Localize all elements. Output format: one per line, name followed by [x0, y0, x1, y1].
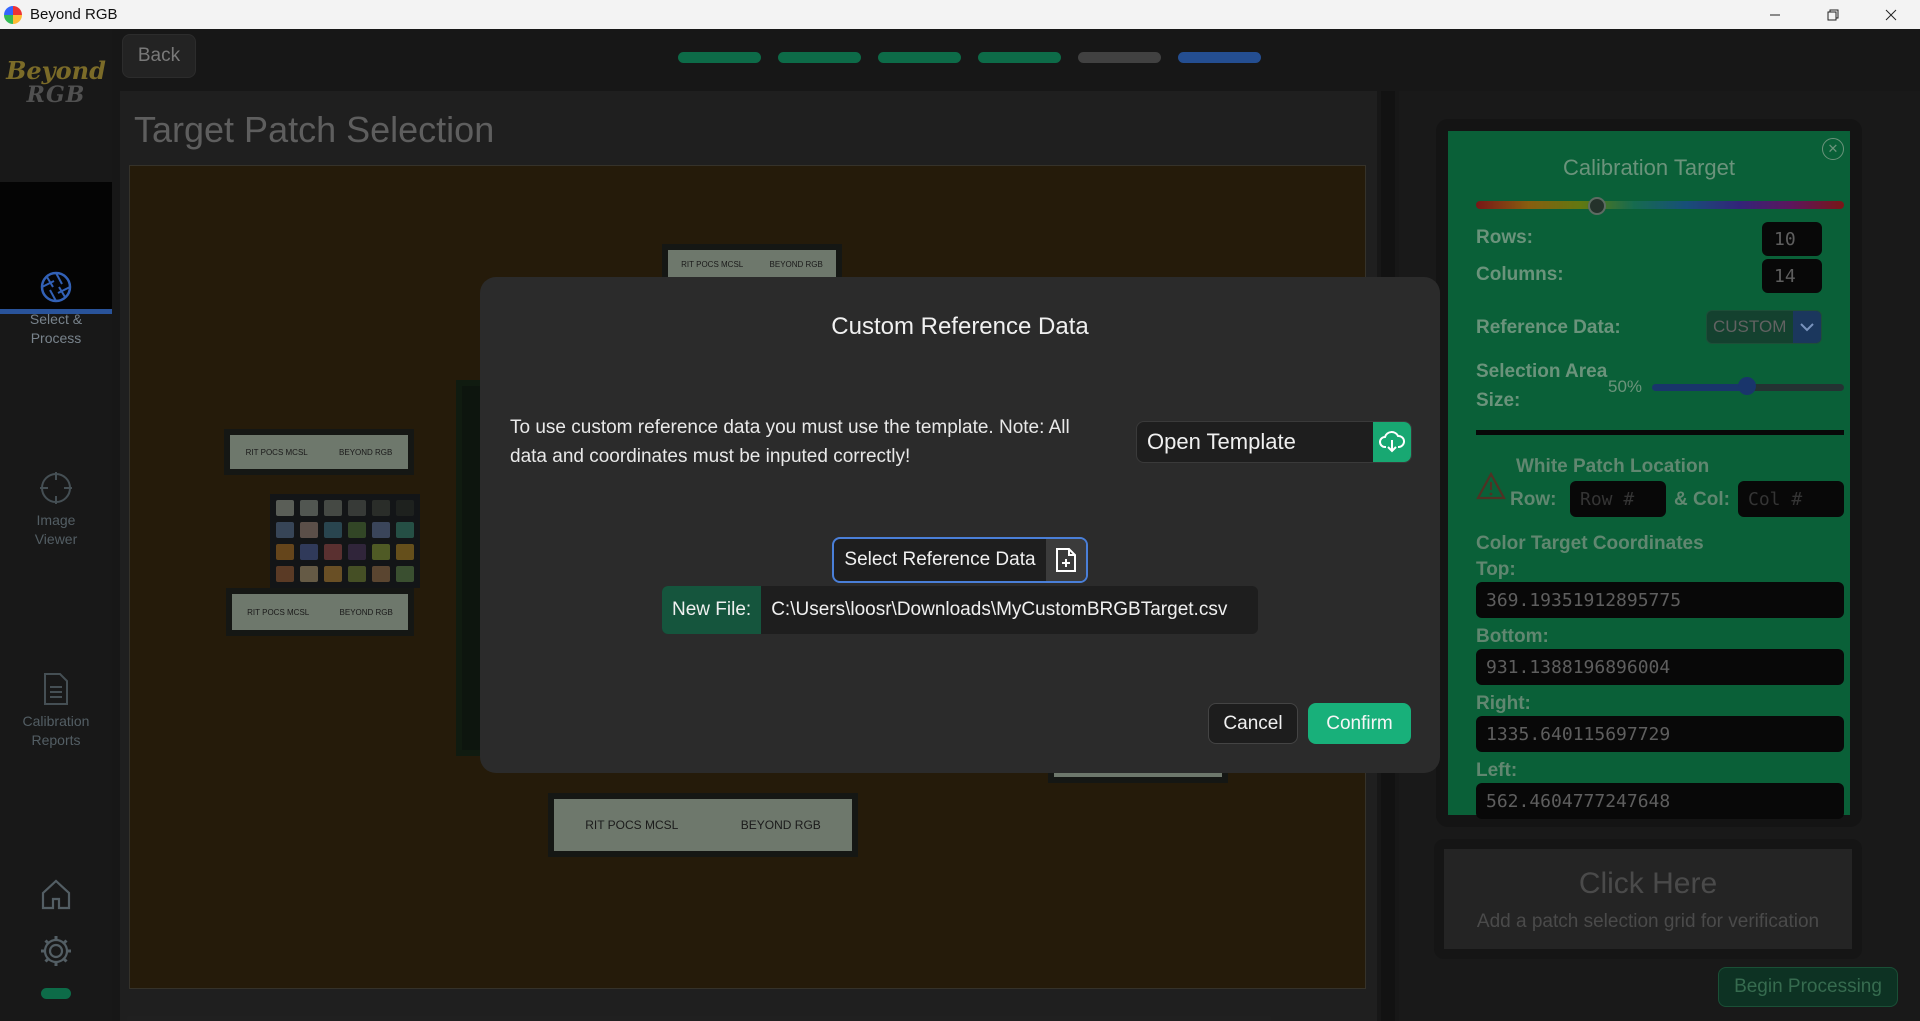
- open-template-label: Open Template: [1147, 429, 1296, 454]
- sidebar-item-label: Image Viewer: [34, 512, 78, 547]
- bottom-label: Bottom:: [1476, 626, 1549, 647]
- selection-area-value: 50%: [1608, 377, 1643, 396]
- columns-label: Columns:: [1476, 264, 1564, 285]
- close-icon: ✕: [1827, 141, 1839, 156]
- crosshair-icon: [40, 472, 72, 504]
- page-title: Target Patch Selection: [134, 109, 495, 150]
- right-panel: Calibration Target ✕ Rows: 10 Columns: 1…: [1399, 91, 1920, 1021]
- sidebar-item-label: Calibration Reports: [22, 713, 90, 748]
- select-reference-label: Select Reference Data: [844, 549, 1036, 570]
- white-patch-row-input[interactable]: Row #: [1570, 481, 1666, 517]
- status-pill: [41, 988, 71, 999]
- col-label: & Col:: [1674, 489, 1730, 510]
- new-file-path: C:\Users\loosr\Downloads\MyCustomBRGBTar…: [771, 599, 1228, 620]
- dialog-message: To use custom reference data you must us…: [510, 417, 1070, 467]
- reference-data-label: Reference Data:: [1476, 317, 1621, 338]
- window-controls: [1746, 0, 1920, 29]
- close-window-button[interactable]: [1862, 0, 1920, 29]
- app-logo-icon: [4, 5, 22, 24]
- window-title: Beyond RGB: [30, 6, 118, 23]
- new-file-label: New File:: [662, 586, 762, 634]
- rows-input[interactable]: 10: [1762, 222, 1822, 256]
- sidebar-item-image-viewer[interactable]: Image Viewer: [0, 471, 112, 549]
- progress-step-1: [678, 52, 761, 63]
- white-patch-col-input[interactable]: Col #: [1738, 481, 1844, 517]
- sidebar-item-label: Select & Process: [29, 311, 83, 346]
- app-logo: Beyond RGB: [6, 56, 106, 108]
- selection-area-label: Selection Area: [1476, 361, 1608, 382]
- coordinates-label: Color Target Coordinates: [1476, 533, 1704, 554]
- select-reference-data-button[interactable]: Select Reference Data: [832, 537, 1088, 583]
- white-patch-label: White Patch Location: [1516, 456, 1710, 477]
- custom-reference-dialog: Custom Reference Data To use custom refe…: [480, 277, 1440, 773]
- home-button[interactable]: [0, 877, 112, 911]
- sidebar-select-process-inner: Select & Process: [0, 182, 112, 346]
- row-label: Row:: [1510, 489, 1557, 510]
- restore-button[interactable]: [1804, 0, 1862, 29]
- close-icon: [1885, 9, 1897, 20]
- rows-label: Rows:: [1476, 227, 1533, 248]
- gear-icon: [41, 936, 71, 966]
- document-icon: [44, 673, 68, 705]
- verification-title: Click Here: [1578, 867, 1718, 900]
- minimize-icon: [1770, 14, 1780, 15]
- warning-icon: [1476, 472, 1506, 500]
- calibration-target-panel: Calibration Target ✕ Rows: 10 Columns: 1…: [1436, 119, 1862, 827]
- progress-step-5: [1078, 52, 1161, 63]
- new-file-display: New File: C:\Users\loosr\Downloads\MyCus…: [662, 586, 1258, 634]
- progress-step-3: [878, 52, 961, 63]
- verification-subtitle: Add a patch selection grid for verificat…: [1476, 911, 1820, 932]
- confirm-button[interactable]: Confirm: [1308, 703, 1411, 744]
- back-button[interactable]: Back: [122, 34, 196, 78]
- selection-area-label-2: Size:: [1476, 390, 1521, 411]
- sidebar: Beyond RGB Select & Process Image Viewer: [0, 29, 112, 1021]
- reference-data-select[interactable]: CUSTOM: [1706, 310, 1822, 344]
- verification-grid-button[interactable]: Click Here Add a patch selection grid fo…: [1434, 839, 1862, 959]
- progress-step-6: [1178, 52, 1261, 63]
- title-bar: Beyond RGB: [0, 0, 1920, 29]
- cloud-download-icon: [1373, 422, 1411, 462]
- bottom-coordinate-input[interactable]: 931.1388196896004: [1476, 649, 1844, 685]
- progress-steps: [678, 52, 1261, 63]
- home-icon: [41, 879, 71, 910]
- right-label: Right:: [1476, 693, 1531, 714]
- status-indicator: [0, 988, 112, 999]
- open-template-button[interactable]: Open Template: [1136, 421, 1412, 463]
- left-coordinate-input[interactable]: 562.4604777247648: [1476, 783, 1844, 819]
- close-panel-button[interactable]: ✕: [1822, 138, 1844, 160]
- columns-input[interactable]: 14: [1762, 259, 1822, 293]
- aperture-icon: [40, 271, 72, 303]
- right-coordinate-input[interactable]: 1335.640115697729: [1476, 716, 1844, 752]
- header: Back: [112, 29, 1920, 91]
- progress-step-2: [778, 52, 861, 63]
- restore-icon: [1827, 9, 1839, 20]
- settings-button[interactable]: [0, 934, 112, 968]
- minimize-button[interactable]: [1746, 0, 1804, 29]
- hue-slider-handle[interactable]: [1588, 197, 1606, 215]
- begin-processing-button[interactable]: Begin Processing: [1718, 967, 1898, 1007]
- top-label: Top:: [1476, 559, 1516, 580]
- left-label: Left:: [1476, 760, 1518, 781]
- reference-data-value: CUSTOM: [1713, 317, 1787, 336]
- chevron-down-icon: [1793, 311, 1821, 343]
- top-coordinate-input[interactable]: 369.19351912895775: [1476, 582, 1844, 618]
- hue-slider-track[interactable]: [1476, 201, 1844, 209]
- cancel-button[interactable]: Cancel: [1208, 703, 1298, 744]
- calibration-title: Calibration Target: [1562, 155, 1736, 180]
- dialog-title: Custom Reference Data: [831, 313, 1089, 340]
- selection-area-slider-handle[interactable]: [1738, 377, 1756, 395]
- progress-step-4: [978, 52, 1061, 63]
- section-divider: [1476, 430, 1844, 435]
- file-add-icon: [1046, 539, 1086, 581]
- sidebar-item-calibration-reports[interactable]: Calibration Reports: [0, 672, 112, 750]
